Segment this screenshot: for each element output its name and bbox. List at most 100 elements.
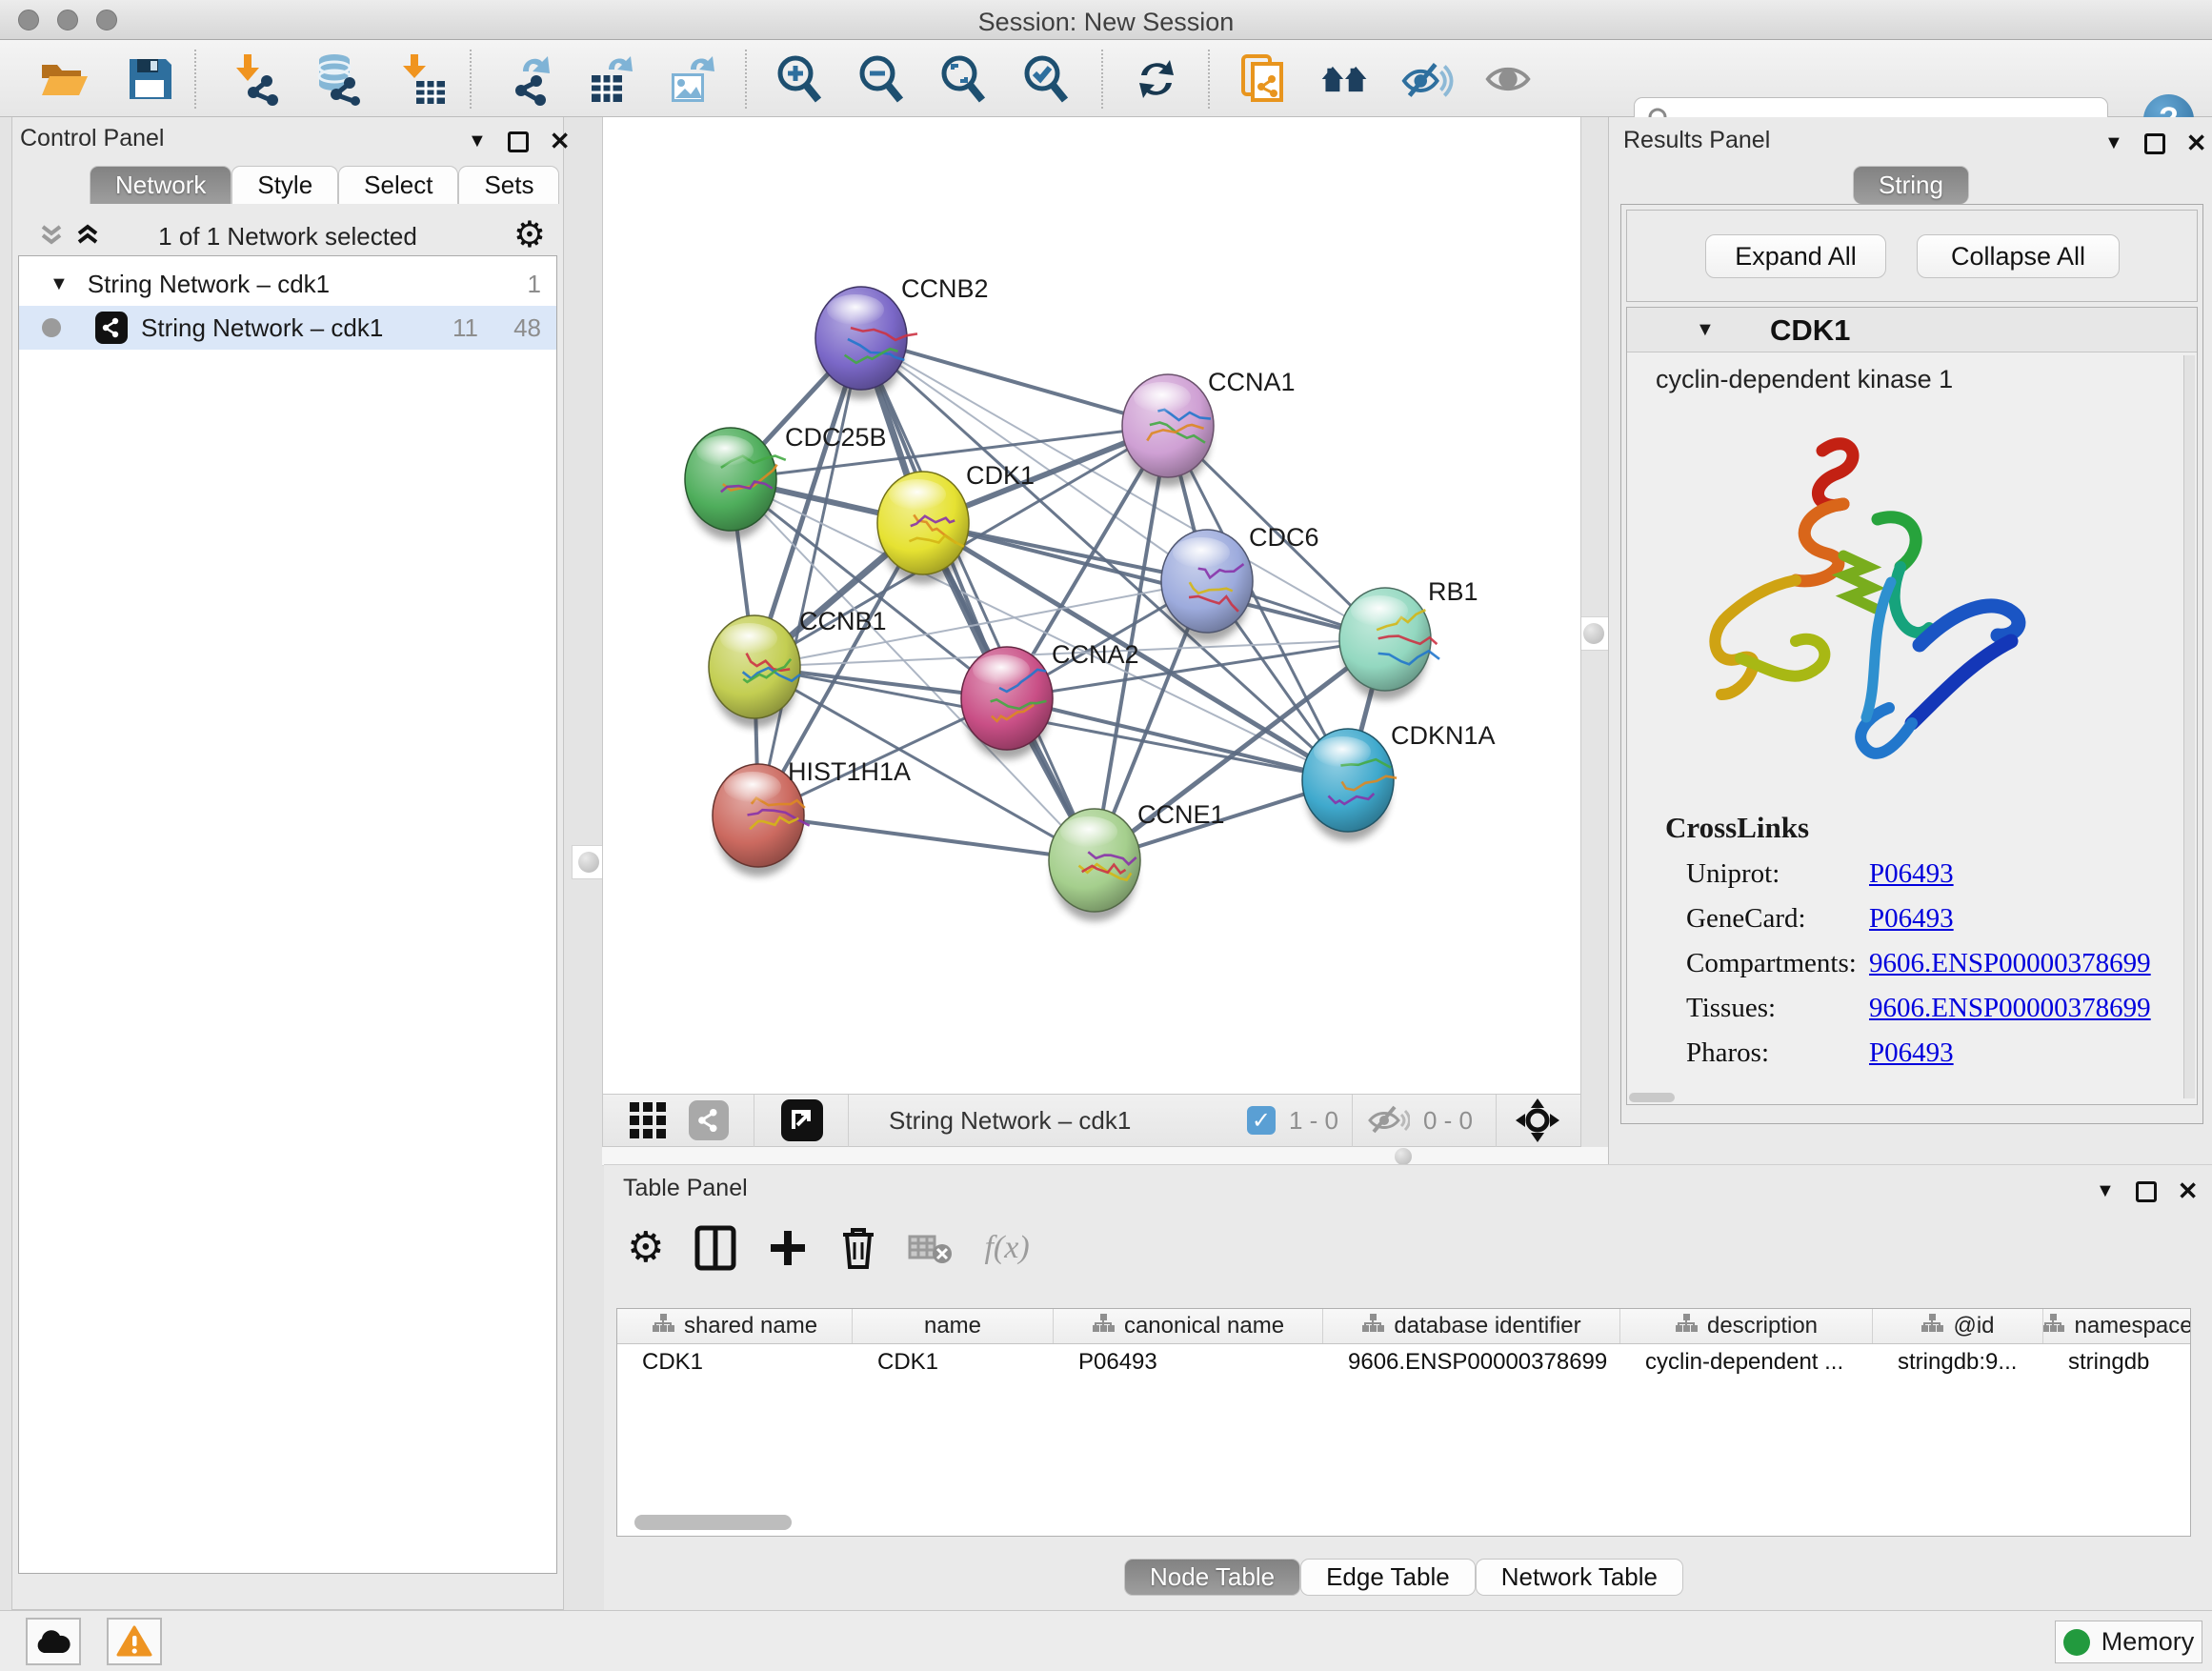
tab-node-table[interactable]: Node Table [1124,1559,1300,1596]
network-edge-CCNB2-HIST1H1A[interactable] [758,338,861,815]
delete-column-icon[interactable] [839,1225,877,1271]
import-network-database-icon[interactable] [312,52,365,106]
network-node-CCNA1[interactable]: CCNA1 [1122,368,1296,487]
table-cell[interactable]: stringdb:9... [1873,1344,2043,1379]
import-table-file-icon[interactable] [397,52,451,106]
selected-nodes-checkbox[interactable]: ✓ [1247,1106,1276,1135]
right-splitter-handle[interactable] [1577,616,1611,651]
table-cell[interactable]: 9606.ENSP00000378699 [1323,1344,1620,1379]
crosslink-link[interactable]: 9606.ENSP00000378699 [1869,948,2151,993]
save-session-icon[interactable] [123,52,176,106]
network-node-CCNB2[interactable]: CCNB2 [815,274,989,399]
network-options-gear-icon[interactable]: ⚙ [513,216,546,252]
node-table[interactable]: shared namenamecanonical namedatabase id… [616,1308,2191,1537]
network-edge-HIST1H1A-CCNE1[interactable] [758,815,1095,860]
zoom-out-icon[interactable] [855,52,908,106]
panel-close-icon[interactable]: ✕ [2186,129,2207,158]
memory-button[interactable]: Memory [2055,1621,2202,1663]
cloud-status-button[interactable] [26,1618,81,1665]
network-node-CDK1[interactable]: CDK1 [877,461,1035,584]
panel-menu-icon[interactable]: ▼ [2104,132,2123,154]
horizontal-splitter[interactable] [602,1147,1608,1166]
column-header-database-identifier[interactable]: database identifier [1323,1309,1620,1343]
birds-eye-view-icon[interactable] [781,1099,823,1141]
network-view[interactable]: CCNB2CCNA1CDC25BCDK1CDC6RB1CCNB1CCNA2CDK… [602,117,1581,1147]
zoom-fit-icon[interactable] [936,52,990,106]
pan-crosshair-icon[interactable] [1516,1098,1559,1142]
warning-status-button[interactable] [107,1618,162,1665]
tab-network[interactable]: Network [90,166,231,204]
expand-all-button[interactable]: Expand All [1705,234,1886,278]
function-builder-icon[interactable]: f(x) [984,1230,1029,1266]
network-node-HIST1H1A[interactable]: HIST1H1A [713,757,911,876]
open-session-icon[interactable] [37,52,90,106]
show-hide-graphics-icon[interactable] [1400,52,1454,106]
tree-expand-icon[interactable]: ▼ [50,273,69,295]
export-table-icon[interactable] [584,52,637,106]
panel-close-icon[interactable]: ✕ [2178,1177,2199,1206]
panel-close-icon[interactable]: ✕ [550,127,571,156]
network-collection-row[interactable]: ▼ String Network – cdk1 1 [19,262,556,306]
string-view-icon[interactable] [689,1100,729,1140]
create-column-icon[interactable] [767,1227,809,1269]
tab-sets[interactable]: Sets [458,166,559,204]
column-header-name[interactable]: name [853,1309,1054,1343]
tab-network-table[interactable]: Network Table [1476,1559,1683,1596]
import-network-file-icon[interactable] [231,52,284,106]
left-splitter-handle[interactable] [572,845,606,879]
export-image-icon[interactable] [664,52,717,106]
table-cell[interactable]: CDK1 [617,1344,853,1379]
network-node-CCNE1[interactable]: CCNE1 [1049,800,1225,921]
horizontal-splitter-handle[interactable] [1395,1148,1412,1165]
network-node-CDKN1A[interactable]: CDKN1A [1302,721,1496,841]
delete-table-icon[interactable] [908,1231,954,1265]
collapse-all-button[interactable]: Collapse All [1917,234,2120,278]
column-header--id[interactable]: @id [1873,1309,2043,1343]
network-graph[interactable]: CCNB2CCNA1CDC25BCDK1CDC6RB1CCNB1CCNA2CDK… [603,117,1580,1093]
export-network-icon[interactable] [504,52,557,106]
crosslink-link[interactable]: P06493 [1869,1037,1954,1082]
table-row[interactable]: CDK1CDK1P064939606.ENSP00000378699cyclin… [617,1344,2190,1379]
panel-float-icon[interactable] [2144,133,2165,154]
first-neighbors-icon[interactable] [1318,52,1372,106]
show-columns-icon[interactable] [694,1225,736,1271]
panel-float-icon[interactable] [2136,1181,2157,1202]
results-horizontal-scrollbar[interactable] [1629,1093,1675,1102]
column-header-shared-name[interactable]: shared name [617,1309,853,1343]
network-node-CDC6[interactable]: CDC6 [1161,523,1319,642]
table-cell[interactable]: cyclin-dependent ... [1620,1344,1873,1379]
hidden-eye-icon[interactable] [1368,1103,1410,1137]
tab-edge-table[interactable]: Edge Table [1300,1559,1476,1596]
network-edge-CCNA2-CDKN1A[interactable] [1007,698,1348,780]
table-cell[interactable]: P06493 [1054,1344,1323,1379]
column-header-namespace[interactable]: namespace [2043,1309,2191,1343]
zoom-selected-icon[interactable] [1019,52,1073,106]
collapse-entry-icon[interactable]: ▼ [1696,319,1715,341]
table-cell[interactable]: stringdb [2043,1344,2191,1379]
crosslink-link[interactable]: P06493 [1869,903,1954,948]
crosslink-link[interactable]: P06493 [1869,858,1954,903]
network-node-CCNB1[interactable]: CCNB1 [709,607,887,728]
panel-float-icon[interactable] [508,131,529,152]
clone-network-icon[interactable] [1236,52,1289,106]
tab-style[interactable]: Style [231,166,338,204]
network-edge-CCNB2-CCNA1[interactable] [861,338,1168,426]
network-row[interactable]: String Network – cdk1 11 48 [19,306,556,350]
show-graphics-details-icon[interactable] [1482,52,1536,106]
column-header-description[interactable]: description [1620,1309,1873,1343]
crosslink-link[interactable]: 9606.ENSP00000378699 [1869,993,2151,1037]
node-details-header[interactable]: ▼ CDK1 [1627,308,2197,352]
network-node-RB1[interactable]: RB1 [1339,577,1478,700]
network-node-CCNA2[interactable]: CCNA2 [961,640,1139,759]
zoom-in-icon[interactable] [773,52,826,106]
table-cell[interactable]: CDK1 [853,1344,1054,1379]
panel-menu-icon[interactable]: ▼ [468,131,487,152]
grid-view-icon[interactable] [628,1100,668,1140]
column-header-canonical-name[interactable]: canonical name [1054,1309,1323,1343]
tab-string[interactable]: String [1853,166,1969,204]
apply-layout-refresh-icon[interactable] [1130,52,1183,106]
results-vertical-scrollbar[interactable] [2183,355,2195,1098]
table-options-gear-icon[interactable]: ⚙ [627,1227,664,1269]
table-horizontal-scrollbar[interactable] [634,1515,792,1530]
tab-select[interactable]: Select [338,166,458,204]
